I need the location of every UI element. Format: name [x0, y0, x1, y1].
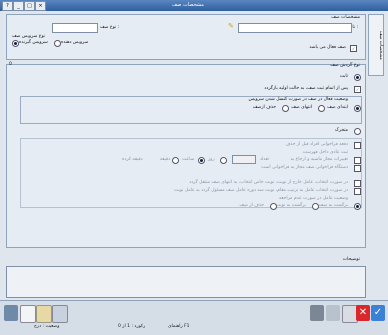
queue-active-label: صف فعال می باشد: [309, 45, 346, 50]
dynamic-recall-checkbox[interactable]: [354, 142, 361, 149]
document-icon[interactable]: [20, 305, 36, 323]
radio-dyn-back-turn[interactable]: [312, 203, 319, 210]
dynamic-recall-label: دفعه فراخوانی افراد قبل از حذف: [285, 142, 348, 147]
radio-dyn-back-queue[interactable]: [354, 203, 361, 210]
radio-dyn-back-queue-label: برگشت به صف: [318, 203, 348, 208]
dynamic-change-label: تغییرات مجاز ماسبه و ارجاع به: [290, 157, 348, 162]
delete-icon[interactable]: ✕: [356, 305, 370, 321]
clipboard-icon[interactable]: [36, 305, 52, 323]
dynamic-count-input[interactable]: [232, 155, 256, 164]
maximize-button[interactable]: □: [24, 1, 35, 11]
radio-dyn-remove-label: حذف از صف: [239, 203, 264, 208]
static-return-checkbox[interactable]: ✓: [354, 86, 361, 93]
lock-icon[interactable]: [310, 305, 324, 321]
radio-dynamic-label: متحرک: [334, 128, 348, 133]
radio-static-remove[interactable]: [282, 105, 289, 112]
queue-active-checkbox[interactable]: ✓: [350, 45, 357, 52]
help-button[interactable]: ?: [2, 1, 13, 11]
dynamic-device-label: دستگاه فراخوانی صف مجاز به فراخوانی است: [261, 165, 348, 170]
dynamic-noshow-group-label: وضعیت عامل در صورت عدم مراجعه: [278, 196, 348, 201]
minimize-button[interactable]: _: [13, 1, 24, 11]
dynamic-count-label: تعداد: [260, 157, 270, 162]
queue-type-label: نوع صف :: [100, 25, 120, 30]
title-bar: مشخصات صف ? _ □ ×: [0, 0, 388, 11]
radio-service-receiver-label: سرویس گیرنده: [19, 40, 48, 45]
static-cancel-group-label: وضعیت فعال در صف در صورت کنسل شدن سرویس: [248, 97, 348, 102]
radio-unit-minute-label: دقیقه: [160, 157, 171, 162]
queue-name-input[interactable]: [238, 23, 352, 33]
radio-dyn-back-turn-label: برگشت به نوبت: [275, 203, 306, 208]
dynamic-time-label: دقیقه کرده: [122, 157, 143, 162]
side-tab-queue-info[interactable]: مشخصات صف: [368, 14, 384, 76]
radio-static-end[interactable]: [318, 105, 325, 112]
static-return-label: پس از اتمام ثبت صف، به حالت اولیه بازگرد…: [264, 86, 348, 91]
status-record: رکورد : 1 از 0: [118, 324, 146, 329]
radio-static-remove-label: حذف ازصف: [252, 105, 276, 110]
radio-static[interactable]: [354, 74, 361, 81]
radio-unit-day-label: روز: [208, 157, 215, 162]
status-help: راهنمای F1: [168, 324, 190, 329]
radio-dynamic[interactable]: [354, 128, 361, 135]
radio-static-label: ثابت: [339, 74, 348, 79]
radio-static-begin-label: ابتدای صف: [327, 105, 348, 110]
pencil-icon[interactable]: ✎: [228, 22, 234, 30]
radio-unit-hour[interactable]: [198, 157, 205, 164]
close-button[interactable]: ×: [35, 1, 46, 11]
radio-unit-day[interactable]: [220, 157, 227, 164]
dynamic-order-label: در صورت انتخاب عامل به ترتیب مقام، نوبت …: [174, 188, 348, 193]
radio-unit-minute[interactable]: [172, 157, 179, 164]
queue-info-panel: [6, 14, 366, 60]
radio-unit-hour-label: ساعت: [182, 157, 195, 162]
window-title: مشخصات صف: [172, 2, 204, 8]
service-type-legend: نوع سرویس صف: [12, 34, 46, 39]
radio-static-end-label: انتهای صف: [291, 105, 312, 110]
rotation-section-marker: 0: [9, 62, 12, 67]
search-icon[interactable]: [52, 305, 68, 323]
dynamic-order-checkbox[interactable]: [354, 188, 361, 195]
radio-service-provider[interactable]: [54, 40, 61, 47]
confirm-icon[interactable]: ✓: [371, 305, 385, 321]
description-textarea[interactable]: [6, 266, 366, 298]
dynamic-outofturn-label: در صورت انتخاب، عامل خارج از نوبت، نوبت …: [189, 180, 348, 185]
queue-info-title: مشخصات صف: [331, 15, 360, 20]
dynamic-device-checkbox[interactable]: [354, 165, 361, 172]
rotation-type-title: نوع گردش صف: [330, 63, 360, 68]
status-mode: وضعیت : درج: [34, 324, 60, 329]
radio-static-begin[interactable]: [354, 105, 361, 112]
radio-dyn-remove[interactable]: [270, 203, 277, 210]
dynamic-change-checkbox[interactable]: [354, 157, 361, 164]
radio-service-provider-label: سرویس دهنده: [61, 40, 89, 45]
undo-icon[interactable]: [326, 305, 340, 321]
queue-type-input[interactable]: [52, 23, 98, 33]
exit-icon[interactable]: [4, 305, 18, 321]
description-title: توضیحات: [342, 257, 360, 262]
radio-service-receiver[interactable]: [12, 40, 19, 47]
dynamic-normal-group-label: ثبت عادی داخل فهرست: [302, 150, 348, 155]
dynamic-outofturn-checkbox[interactable]: [354, 180, 361, 187]
